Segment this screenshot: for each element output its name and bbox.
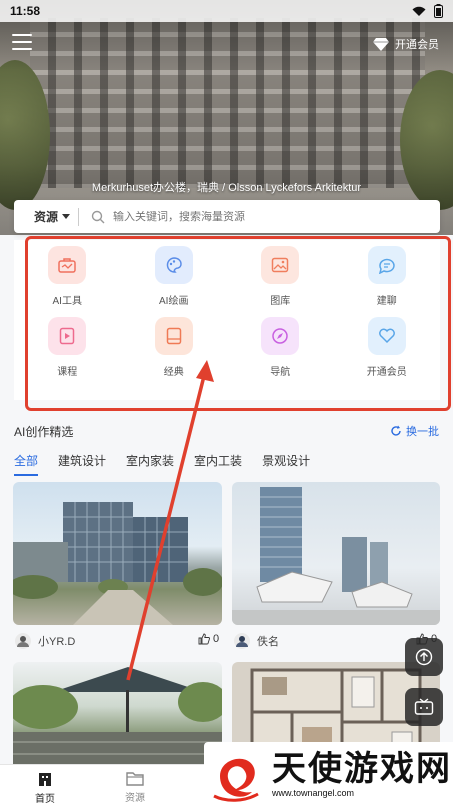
like-button-1[interactable]: 0 (198, 633, 219, 645)
battery-icon (434, 4, 443, 18)
search-bar: 资源 (14, 200, 440, 233)
tab-architecture[interactable]: 建筑设计 (58, 452, 106, 476)
tab-all[interactable]: 全部 (14, 452, 39, 476)
category-tabs: 全部 建筑设计 室内家装 室内工装 景观设计 (14, 452, 310, 476)
banner-caption: Merkurhuset办公楼，瑞典 / Olsson Lyckefors Ark… (91, 182, 362, 194)
artwork-image-1[interactable] (13, 482, 222, 625)
watermark-url: www.townangel.com (272, 787, 355, 798)
diamond-icon (373, 37, 389, 51)
search-category-label: 资源 (34, 210, 59, 224)
home-icon (39, 773, 51, 786)
refresh-label: 换一批 (406, 426, 439, 438)
search-category-dropdown[interactable]: 资源 (14, 208, 78, 225)
thumbs-up-icon (198, 633, 210, 645)
caret-down-icon (62, 214, 71, 219)
wifi-icon (412, 6, 426, 16)
author-name: 佚名 (257, 636, 279, 648)
angel-logo-icon (213, 758, 259, 802)
search-divider (78, 207, 80, 226)
artwork-image-2[interactable] (232, 482, 440, 625)
search-input[interactable] (113, 210, 414, 223)
menu-icon[interactable] (12, 34, 32, 52)
nav-home[interactable]: 首页 (15, 771, 75, 805)
vip-button[interactable]: 开通会员 (373, 36, 439, 52)
author-name: 小YR.D (38, 636, 76, 648)
search-icon (91, 210, 105, 223)
section-title: AI创作精选 (14, 425, 74, 439)
watermark-text: 天使游戏网 (272, 749, 452, 788)
card-author-1[interactable]: 小YR.D (14, 632, 75, 650)
status-icons (412, 4, 443, 18)
refresh-icon (391, 425, 401, 436)
watermark: 天使游戏网 www.townangel.com (204, 742, 453, 807)
status-time: 11:58 (10, 4, 41, 18)
nav-resources[interactable]: 资源 (105, 771, 165, 804)
tab-landscape[interactable]: 景观设计 (262, 452, 310, 476)
card-author-2[interactable]: 佚名 (233, 632, 279, 650)
refresh-button[interactable]: 换一批 (390, 423, 439, 439)
status-bar: 11:58 (0, 0, 453, 22)
annotation-highlight-box (25, 236, 451, 411)
avatar (15, 633, 31, 649)
tv-icon (414, 698, 434, 715)
nav-label: 资源 (125, 793, 145, 804)
tab-commercial-interior[interactable]: 室内工装 (194, 452, 242, 476)
nav-label: 首页 (35, 794, 55, 805)
tab-home-interior[interactable]: 室内家装 (126, 452, 174, 476)
vip-label: 开通会员 (395, 39, 439, 51)
avatar (234, 633, 250, 649)
folder-icon (126, 772, 144, 786)
tv-button[interactable] (405, 688, 443, 726)
scroll-top-button[interactable] (405, 638, 443, 676)
artwork-image-3[interactable] (13, 662, 222, 772)
arrow-up-icon (415, 648, 433, 666)
watermark-text-block: 天使游戏网 www.townangel.com (272, 752, 452, 798)
like-count: 0 (213, 633, 220, 645)
app-screen: 11:58 开通会员 Merkurhuset办公楼，瑞典 / Olsson Ly… (0, 0, 453, 807)
